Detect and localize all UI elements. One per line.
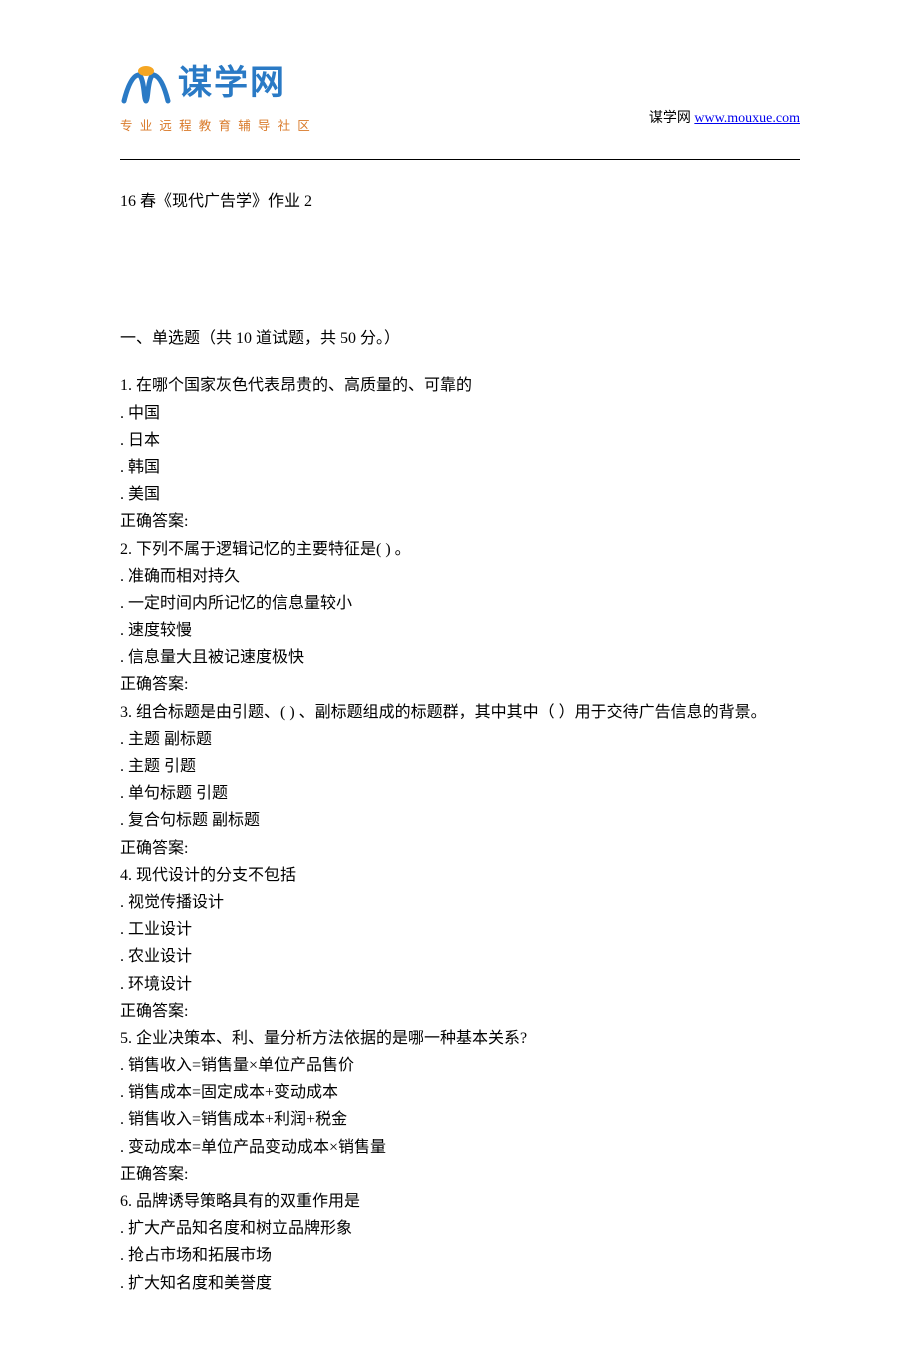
question-stem: 2. 下列不属于逻辑记忆的主要特征是( ) 。: [120, 536, 800, 563]
question-option: . 农业设计: [120, 943, 800, 970]
site-label: 谋学网: [649, 111, 691, 126]
question-block: 2. 下列不属于逻辑记忆的主要特征是( ) 。. 准确而相对持久. 一定时间内所…: [120, 536, 800, 699]
question-option: . 准确而相对持久: [120, 563, 800, 590]
answer-label: 正确答案:: [120, 671, 800, 698]
logo-top-row: 谋学网: [120, 55, 286, 113]
question-stem: 4. 现代设计的分支不包括: [120, 862, 800, 889]
document-content: 16 春《现代广告学》作业 2 一、单选题（共 10 道试题，共 50 分。） …: [0, 188, 920, 1297]
question-option: . 环境设计: [120, 971, 800, 998]
question-option: . 销售收入=销售成本+利润+税金: [120, 1106, 800, 1133]
answer-label: 正确答案:: [120, 835, 800, 862]
question-option: . 韩国: [120, 454, 800, 481]
header-site-info: 谋学网 www.mouxue.com: [649, 107, 800, 137]
question-option: . 主题 引题: [120, 753, 800, 780]
logo-icon: [120, 63, 172, 105]
question-stem: 1. 在哪个国家灰色代表昂贵的、高质量的、可靠的: [120, 372, 800, 399]
question-option: . 单句标题 引题: [120, 780, 800, 807]
header-divider: [120, 159, 800, 160]
question-option: . 工业设计: [120, 916, 800, 943]
question-stem: 3. 组合标题是由引题、( ) 、副标题组成的标题群，其中其中（ ）用于交待广告…: [120, 699, 800, 726]
question-option: . 速度较慢: [120, 617, 800, 644]
question-block: 4. 现代设计的分支不包括. 视觉传播设计. 工业设计. 农业设计. 环境设计正…: [120, 862, 800, 1025]
logo-brand-text: 谋学网: [178, 55, 286, 113]
answer-label: 正确答案:: [120, 998, 800, 1025]
question-block: 1. 在哪个国家灰色代表昂贵的、高质量的、可靠的. 中国. 日本. 韩国. 美国…: [120, 372, 800, 535]
answer-label: 正确答案:: [120, 1161, 800, 1188]
logo-block: 谋学网 专业远程教育辅导社区: [120, 55, 317, 137]
site-link[interactable]: www.mouxue.com: [694, 111, 800, 126]
question-option: . 美国: [120, 481, 800, 508]
question-block: 6. 品牌诱导策略具有的双重作用是. 扩大产品知名度和树立品牌形象. 抢占市场和…: [120, 1188, 800, 1297]
logo-text-wrap: 谋学网: [178, 55, 286, 113]
question-option: . 主题 副标题: [120, 726, 800, 753]
logo-tagline: 专业远程教育辅导社区: [120, 116, 317, 137]
questions-list: 1. 在哪个国家灰色代表昂贵的、高质量的、可靠的. 中国. 日本. 韩国. 美国…: [120, 372, 800, 1296]
question-option: . 销售收入=销售量×单位产品售价: [120, 1052, 800, 1079]
question-block: 5. 企业决策本、利、量分析方法依据的是哪一种基本关系?. 销售收入=销售量×单…: [120, 1025, 800, 1188]
answer-label: 正确答案:: [120, 508, 800, 535]
question-option: . 抢占市场和拓展市场: [120, 1242, 800, 1269]
question-option: . 扩大知名度和美誉度: [120, 1270, 800, 1297]
question-option: . 销售成本=固定成本+变动成本: [120, 1079, 800, 1106]
question-option: . 视觉传播设计: [120, 889, 800, 916]
question-option: . 一定时间内所记忆的信息量较小: [120, 590, 800, 617]
question-stem: 5. 企业决策本、利、量分析方法依据的是哪一种基本关系?: [120, 1025, 800, 1052]
question-option: . 中国: [120, 400, 800, 427]
question-option: . 变动成本=单位产品变动成本×销售量: [120, 1134, 800, 1161]
section-title: 一、单选题（共 10 道试题，共 50 分。）: [120, 325, 800, 352]
question-option: . 复合句标题 副标题: [120, 807, 800, 834]
question-option: . 日本: [120, 427, 800, 454]
question-stem: 6. 品牌诱导策略具有的双重作用是: [120, 1188, 800, 1215]
page-header: 谋学网 专业远程教育辅导社区 谋学网 www.mouxue.com: [0, 55, 920, 147]
question-option: . 扩大产品知名度和树立品牌形象: [120, 1215, 800, 1242]
document-title: 16 春《现代广告学》作业 2: [120, 188, 800, 215]
question-option: . 信息量大且被记速度极快: [120, 644, 800, 671]
page-container: 谋学网 专业远程教育辅导社区 谋学网 www.mouxue.com 16 春《现…: [0, 0, 920, 1357]
question-block: 3. 组合标题是由引题、( ) 、副标题组成的标题群，其中其中（ ）用于交待广告…: [120, 699, 800, 862]
